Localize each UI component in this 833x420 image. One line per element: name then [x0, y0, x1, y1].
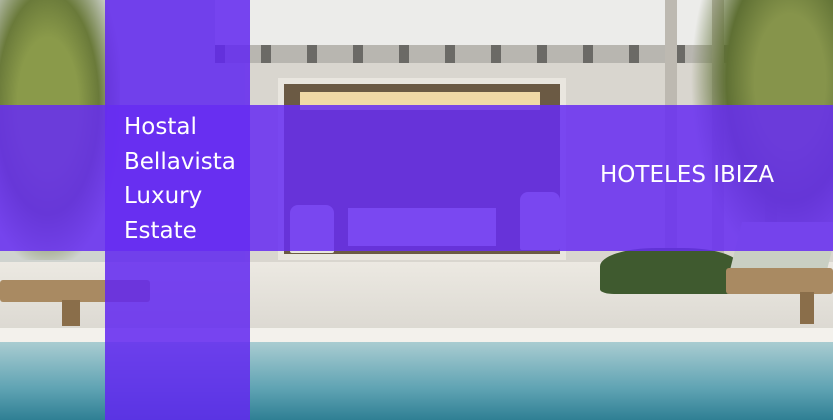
category-label: HOTELES IBIZA: [600, 162, 775, 188]
hotel-name-line: Estate: [124, 217, 197, 244]
sun-lounger: [726, 268, 833, 294]
hotel-name-line: Bellavista: [124, 148, 236, 175]
hotel-name-line: Hostal: [124, 114, 197, 140]
hotel-name-line: Luxury: [124, 183, 203, 209]
hotel-name: Hostal Bellavista Luxury Estate: [124, 110, 250, 248]
shrub: [600, 248, 740, 294]
